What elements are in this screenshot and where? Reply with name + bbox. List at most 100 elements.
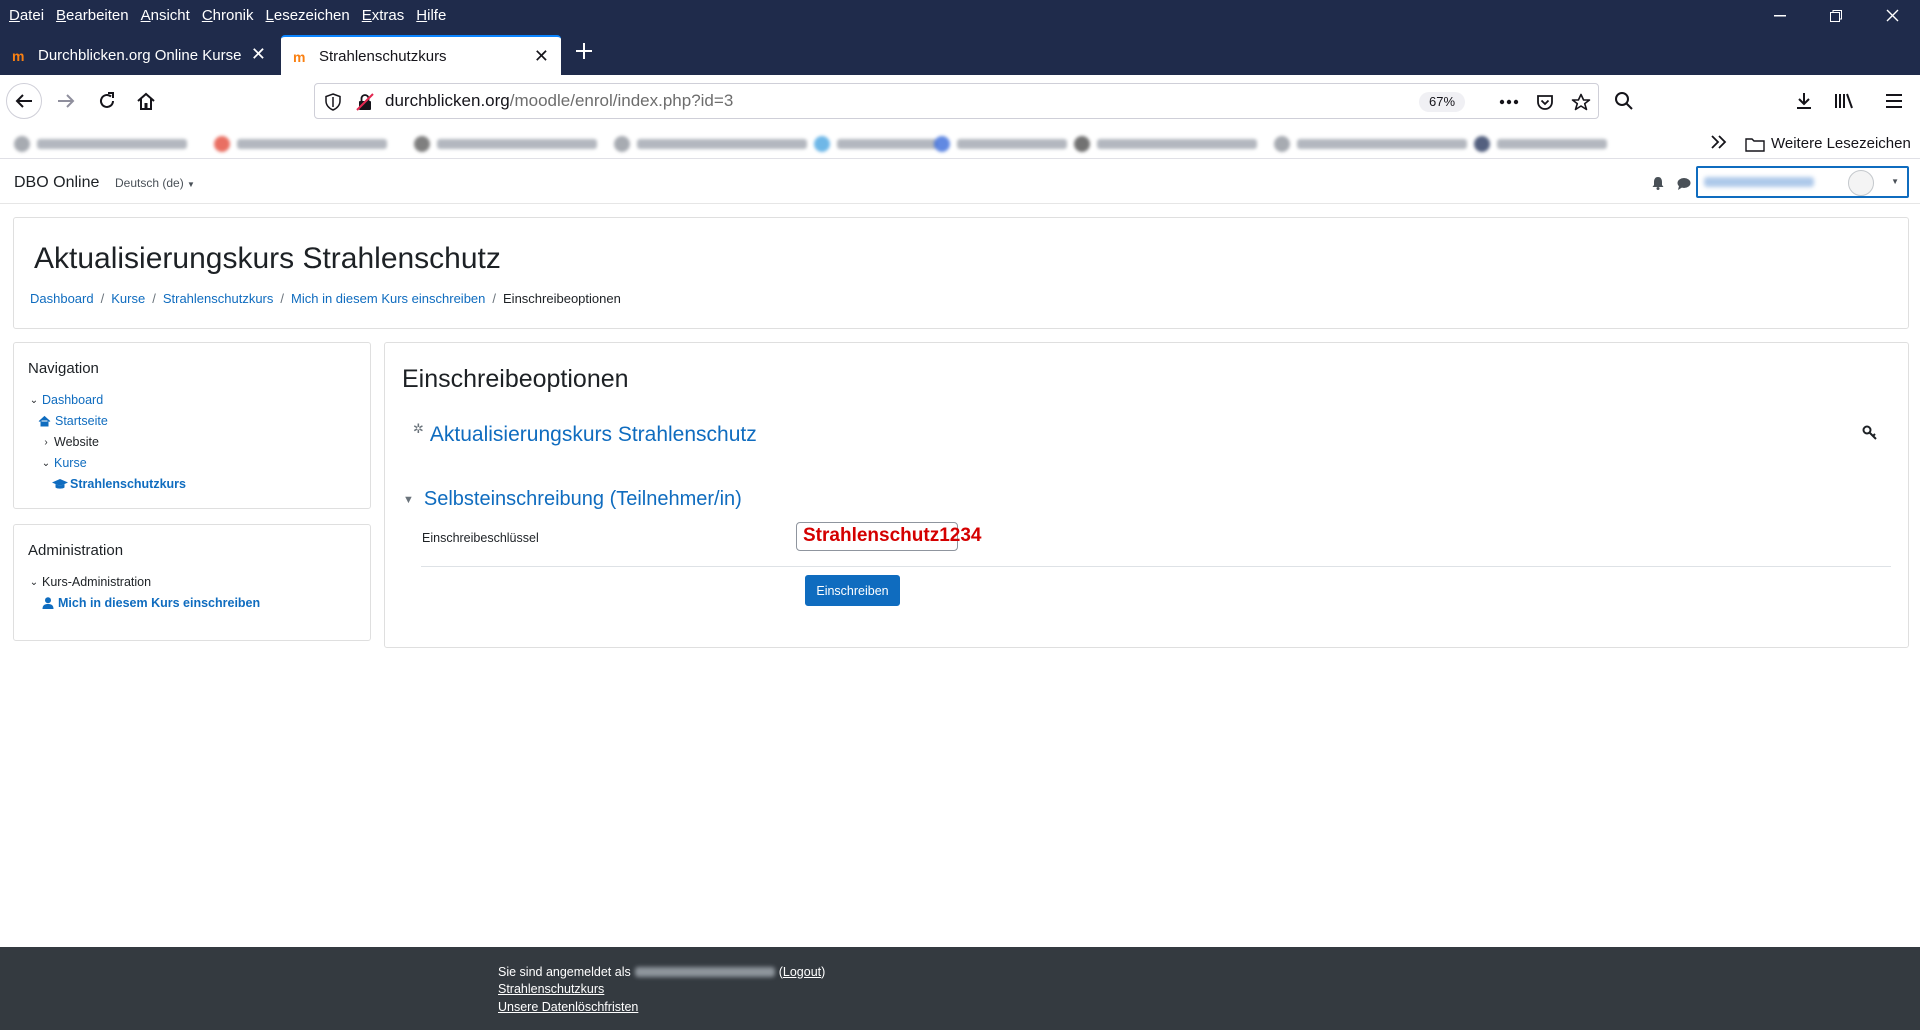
footer-privacy-link[interactable]: Unsere Datenlöschfristen	[498, 1000, 638, 1014]
bookmark-star-icon[interactable]	[1571, 92, 1591, 112]
bookmark-item[interactable]	[214, 135, 387, 153]
svg-text:m: m	[293, 50, 305, 63]
zoom-level-badge[interactable]: 67%	[1419, 92, 1465, 112]
administration-block: Administration ⌄ Kurs-Administration Mic…	[13, 524, 371, 641]
navigation-block-title: Navigation	[28, 360, 99, 377]
user-menu-toggle[interactable]: ▼	[1696, 166, 1909, 198]
bookmark-item[interactable]	[814, 135, 937, 153]
other-bookmarks-label: Weitere Lesezeichen	[1771, 135, 1911, 152]
bookmark-item[interactable]	[934, 135, 1067, 153]
nav-startseite-link[interactable]: Startseite	[55, 414, 108, 428]
admin-enrol-me-link[interactable]: Mich in diesem Kurs einschreiben	[58, 596, 260, 610]
navigation-block: Navigation ⌄ Dashboard Startseite › Webs…	[13, 342, 371, 509]
tab-title: Durchblicken.org Online Kurse	[38, 46, 242, 64]
chevron-down-icon: ⌄	[29, 394, 39, 406]
tab-close-icon[interactable]: ✕	[534, 46, 549, 67]
course-title-link[interactable]: ✲ Aktualisierungskurs Strahlenschutz	[413, 421, 757, 447]
bookmark-item[interactable]	[1074, 135, 1257, 153]
arrow-right-icon	[58, 94, 75, 108]
bookmark-item[interactable]	[14, 135, 187, 153]
pocket-icon[interactable]	[1535, 92, 1555, 112]
app-menu-button[interactable]	[1876, 83, 1912, 119]
admin-kurs-administration[interactable]: ⌄ Kurs-Administration	[28, 575, 151, 589]
menu-datei[interactable]: Datei	[9, 7, 44, 24]
main-content: Einschreibeoptionen ✲ Aktualisierungskur…	[384, 342, 1909, 648]
menu-hilfe[interactable]: Hilfe	[416, 7, 446, 24]
nav-dashboard[interactable]: ⌄ Dashboard	[28, 393, 103, 407]
reload-icon	[100, 92, 114, 108]
forward-button[interactable]	[48, 83, 84, 119]
other-bookmarks-folder[interactable]: Weitere Lesezeichen	[1745, 135, 1911, 152]
page-actions-icon[interactable]	[1499, 92, 1519, 112]
breadcrumb-separator: /	[280, 291, 285, 306]
breadcrumb-kurse[interactable]: Kurse	[111, 291, 145, 306]
menu-chronik[interactable]: Chronik	[202, 7, 254, 24]
breadcrumb: Dashboard / Kurse / Strahlenschutzkurs /…	[30, 291, 621, 306]
folder-icon	[1745, 137, 1765, 152]
nav-startseite[interactable]: Startseite	[38, 414, 108, 428]
nav-dashboard-link[interactable]: Dashboard	[42, 393, 103, 407]
nav-strahlenschutzkurs[interactable]: Strahlenschutzkurs	[52, 477, 186, 491]
admin-enrol-me[interactable]: Mich in diesem Kurs einschreiben	[42, 596, 260, 610]
footer-course-link[interactable]: Strahlenschutzkurs	[498, 982, 604, 996]
restore-icon	[1830, 9, 1842, 22]
home-icon	[137, 92, 155, 110]
nav-strahlenschutzkurs-link[interactable]: Strahlenschutzkurs	[70, 477, 186, 491]
nav-website[interactable]: › Website	[40, 435, 99, 449]
menu-ansicht[interactable]: Ansicht	[141, 7, 190, 24]
logout-link[interactable]: Logout	[783, 965, 821, 979]
bookmark-item[interactable]	[614, 135, 807, 153]
nav-kurse-link[interactable]: Kurse	[54, 456, 87, 470]
new-tab-button[interactable]	[572, 37, 596, 65]
home-button[interactable]	[128, 83, 164, 119]
bookmark-item[interactable]	[414, 135, 597, 153]
bookmark-item[interactable]	[1274, 135, 1467, 153]
user-name-blurred	[1704, 177, 1814, 187]
notifications-bell-icon[interactable]	[1651, 176, 1665, 195]
tab-close-icon[interactable]: ✕	[251, 44, 266, 65]
enrol-submit-button[interactable]: Einschreiben	[805, 575, 900, 606]
self-enrolment-section-toggle[interactable]: ▼ Selbsteinschreibung (Teilnehmer/in)	[403, 488, 742, 511]
tab-strahlenschutzkurs[interactable]: m Strahlenschutzkurs ✕	[281, 35, 561, 75]
breadcrumb-dashboard[interactable]: Dashboard	[30, 291, 94, 306]
breadcrumb-strahlenschutzkurs[interactable]: Strahlenschutzkurs	[163, 291, 274, 306]
login-info: Sie sind angemeldet als (Logout)	[498, 965, 826, 979]
footer-privacy-row: Unsere Datenlöschfristen	[498, 1000, 638, 1014]
tab-strip: m Durchblicken.org Online Kurse ✕ m Stra…	[0, 31, 1920, 75]
menu-bearbeiten[interactable]: Bearbeiten	[56, 7, 129, 24]
admin-kurs-administration-label: Kurs-Administration	[42, 575, 152, 589]
breadcrumb-enrol-me[interactable]: Mich in diesem Kurs einschreiben	[291, 291, 485, 306]
nav-website-label: Website	[54, 435, 99, 449]
insecure-lock-icon[interactable]	[355, 92, 375, 112]
tab-title: Strahlenschutzkurs	[319, 47, 447, 65]
search-button[interactable]	[1606, 83, 1642, 119]
url-text: durchblicken.org/moodle/enrol/index.php?…	[385, 91, 734, 110]
hamburger-icon	[1886, 94, 1902, 108]
library-button[interactable]	[1826, 83, 1862, 119]
site-brand[interactable]: DBO Online	[14, 174, 99, 192]
caret-down-icon: ▼	[1891, 177, 1899, 186]
language-menu[interactable]: Deutsch (de) ▼	[115, 176, 195, 190]
caret-down-icon: ▼	[403, 493, 414, 506]
menu-lesezeichen[interactable]: Lesezeichen	[266, 7, 350, 24]
moodle-favicon-icon: m	[293, 49, 311, 63]
back-button[interactable]	[6, 83, 42, 119]
close-window-button[interactable]	[1864, 0, 1920, 31]
shield-icon[interactable]	[323, 92, 343, 112]
tab-durchblicken-online-kurse[interactable]: m Durchblicken.org Online Kurse ✕	[0, 35, 278, 75]
user-avatar	[1848, 170, 1874, 196]
bookmark-item[interactable]	[1474, 135, 1607, 153]
messages-bubble-icon[interactable]	[1677, 177, 1691, 195]
restore-window-button[interactable]	[1808, 0, 1864, 31]
minimize-window-button[interactable]	[1752, 0, 1808, 31]
address-bar[interactable]: durchblicken.org/moodle/enrol/index.php?…	[314, 83, 1599, 119]
downloads-button[interactable]	[1786, 83, 1822, 119]
nav-kurse[interactable]: ⌄ Kurse	[40, 456, 87, 470]
caret-down-icon: ▼	[187, 180, 195, 189]
reload-button[interactable]	[89, 83, 125, 119]
menu-extras[interactable]: Extras	[362, 7, 405, 24]
breadcrumb-current: Einschreibeoptionen	[503, 291, 621, 306]
svg-text:m: m	[12, 49, 24, 62]
bookmarks-overflow-button[interactable]	[1710, 135, 1728, 149]
user-name-blurred[interactable]	[634, 967, 775, 977]
